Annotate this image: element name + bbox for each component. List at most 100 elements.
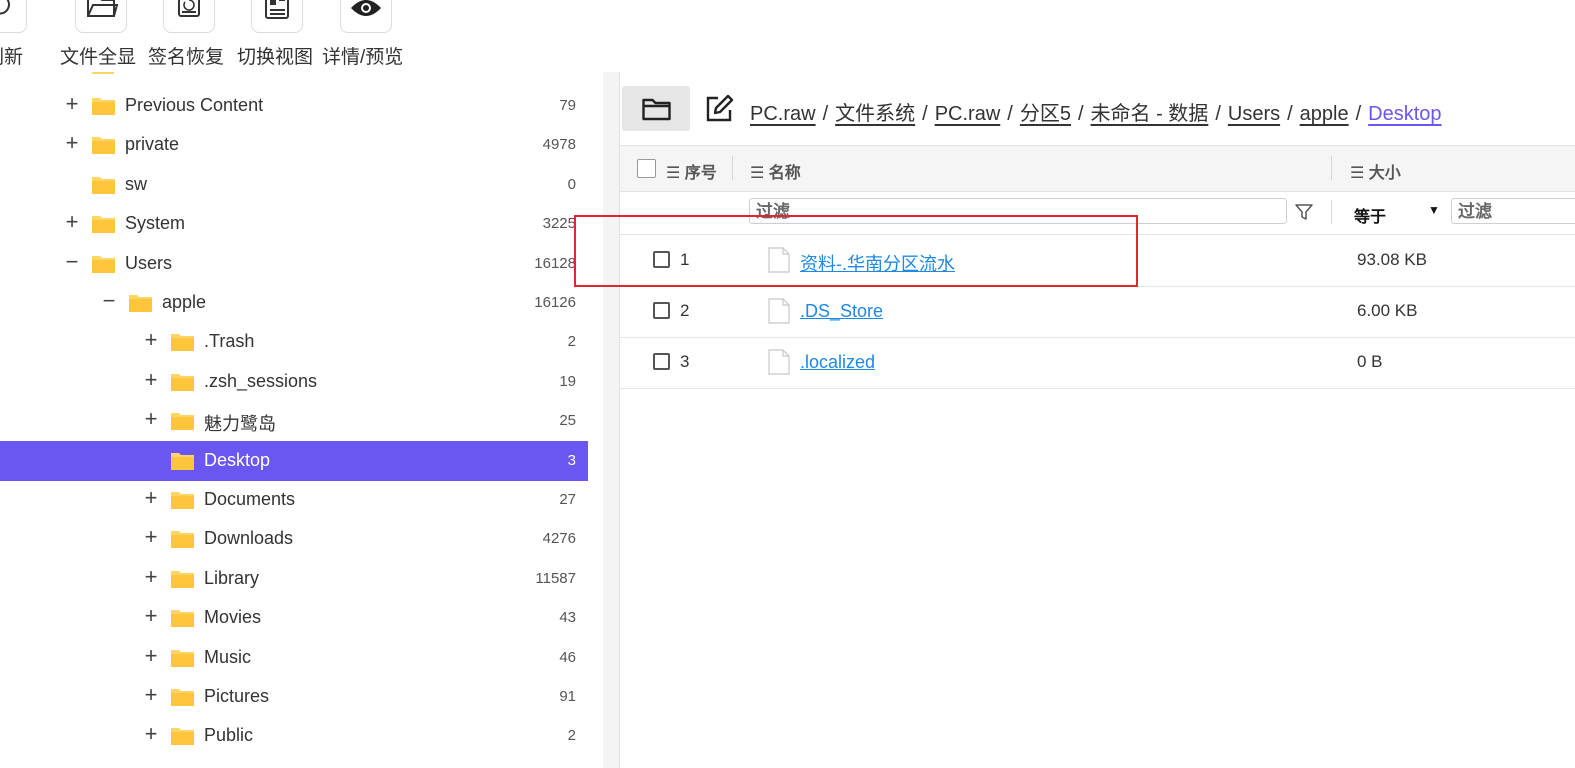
row-checkbox[interactable]: [653, 302, 670, 319]
list-icon: ☰: [750, 165, 769, 182]
breadcrumb-segment[interactable]: apple: [1300, 103, 1349, 125]
expand-icon[interactable]: +: [143, 644, 159, 666]
folder-icon: [171, 529, 194, 553]
size-operator-select[interactable]: 等于: [1354, 203, 1386, 227]
file-size: 6.00 KB: [1357, 301, 1418, 320]
show-all-files-label: 文件全显: [60, 47, 137, 68]
expand-icon[interactable]: +: [64, 93, 80, 115]
file-name-link[interactable]: .localized: [800, 352, 875, 373]
tree-item-label: apple: [162, 292, 207, 312]
folder-view-button[interactable]: [622, 86, 690, 131]
expand-icon[interactable]: +: [64, 132, 80, 154]
collapse-icon[interactable]: −: [101, 290, 117, 312]
list-icon: ☰: [1350, 165, 1369, 182]
tree-item[interactable]: + Documents 27: [0, 480, 588, 520]
tree-item-count: 11587: [535, 569, 576, 587]
tree-item-label: Pictures: [204, 686, 270, 706]
tree-item[interactable]: + Downloads 4276: [0, 519, 588, 559]
breadcrumb-segment[interactable]: 分区5: [1020, 103, 1071, 125]
splitter[interactable]: [603, 72, 619, 768]
table-row[interactable]: 3 .localized 0 B: [620, 337, 1575, 389]
tree-item-label: Documents: [204, 489, 296, 509]
table-row[interactable]: 2 .DS_Store 6.00 KB: [620, 286, 1575, 338]
tree-item-label: Public: [204, 725, 254, 746]
expand-icon[interactable]: +: [64, 211, 80, 233]
folder-icon: [92, 135, 115, 159]
breadcrumb-segment[interactable]: 未命名 - 数据: [1091, 103, 1209, 125]
refresh-label: 刷新: [0, 47, 24, 68]
expand-icon[interactable]: +: [143, 605, 159, 627]
dropdown-arrow-icon[interactable]: ▼: [1428, 203, 1440, 217]
tree-item[interactable]: + Previous Content 79: [0, 86, 588, 126]
expand-icon[interactable]: +: [143, 408, 159, 430]
tree-item-label: sw: [125, 173, 147, 194]
file-icon: [768, 298, 790, 329]
edit-icon: [706, 94, 734, 122]
toolbar: 刷新 文件全显 签名恢复 切换视图 详情/预览: [0, 0, 600, 72]
tree-item-label: System: [125, 213, 186, 234]
folder-icon: [129, 293, 152, 317]
breadcrumb-separator: /: [1007, 103, 1013, 125]
tree-item-label: Previous Content: [125, 95, 264, 115]
tree-item[interactable]: + .Trash 2: [0, 322, 588, 362]
index-column-header[interactable]: ☰ 序号: [666, 159, 717, 183]
expand-icon[interactable]: +: [143, 329, 159, 351]
filter-icon[interactable]: [1294, 202, 1314, 222]
tree-item[interactable]: + .zsh_sessions 19: [0, 362, 588, 402]
breadcrumb-segment[interactable]: PC.raw: [750, 103, 816, 125]
expand-icon[interactable]: +: [143, 723, 159, 745]
tree-item[interactable]: + Pictures 91: [0, 677, 588, 717]
row-checkbox[interactable]: [653, 353, 670, 370]
folder-icon: [171, 687, 194, 711]
tree-item-label: Movies: [204, 607, 262, 628]
row-index: 2: [680, 301, 690, 320]
file-name-link[interactable]: .DS_Store: [800, 301, 883, 322]
grid-header: ☰ 序号 ☰ 名称 ☰ 大小: [620, 145, 1575, 192]
name-column-header[interactable]: ☰ 名称: [750, 159, 801, 183]
select-all-checkbox[interactable]: [637, 159, 656, 178]
expand-icon[interactable]: +: [143, 368, 159, 390]
edit-path-button[interactable]: [704, 94, 734, 124]
folder-icon: [171, 332, 194, 356]
tree-item-count: 79: [559, 97, 576, 114]
details-preview-label: 详情/预览: [322, 47, 404, 68]
folder-icon: [171, 726, 194, 750]
tree-item[interactable]: − Users 16128: [0, 244, 588, 284]
tree-item[interactable]: + Library 11587: [0, 559, 588, 599]
switch-view-label: 切换视图: [237, 47, 314, 68]
tree-item-count: 4978: [542, 136, 576, 154]
tree-item[interactable]: Desktop 3: [0, 440, 588, 481]
expand-icon[interactable]: +: [143, 487, 159, 509]
size-column-header[interactable]: ☰ 大小: [1350, 159, 1401, 183]
tree-item[interactable]: + Music 46: [0, 638, 588, 678]
breadcrumb-separator: /: [1287, 103, 1293, 125]
folder-icon: [92, 72, 114, 79]
tree-item[interactable]: + System 3225: [0, 204, 588, 244]
tree-row-partial: [0, 72, 588, 86]
tree-item-count: 19: [559, 372, 576, 390]
folder-icon: [171, 490, 194, 514]
tree-item[interactable]: + 魅力鹭岛 25: [0, 401, 588, 441]
expand-icon[interactable]: +: [143, 684, 159, 706]
folder-icon: [171, 451, 194, 475]
folder-icon: [92, 254, 115, 278]
tree-item[interactable]: sw 0: [0, 165, 588, 205]
tree-item-count: 16126: [534, 294, 576, 311]
breadcrumb-segment[interactable]: 文件系统: [835, 103, 915, 125]
highlight-box: [574, 215, 1138, 287]
tree-item[interactable]: + Public 2: [0, 716, 588, 756]
tree-item[interactable]: + private 4978: [0, 125, 588, 165]
tree-item-count: 3225: [542, 215, 576, 233]
tree-item-label: Users: [125, 252, 173, 273]
breadcrumb-segment[interactable]: Users: [1228, 103, 1280, 125]
expand-icon[interactable]: +: [143, 526, 159, 548]
tree-item[interactable]: + Movies 43: [0, 598, 588, 638]
breadcrumb-segment[interactable]: PC.raw: [935, 103, 1001, 125]
tree-item[interactable]: − apple 16126: [0, 283, 588, 323]
folder-icon: [171, 411, 194, 435]
size-filter-input[interactable]: 过滤: [1451, 198, 1575, 224]
expand-icon[interactable]: +: [143, 565, 159, 587]
breadcrumb-current[interactable]: Desktop: [1368, 103, 1441, 125]
collapse-icon[interactable]: −: [64, 250, 80, 272]
tree-item-count: 46: [559, 648, 576, 666]
